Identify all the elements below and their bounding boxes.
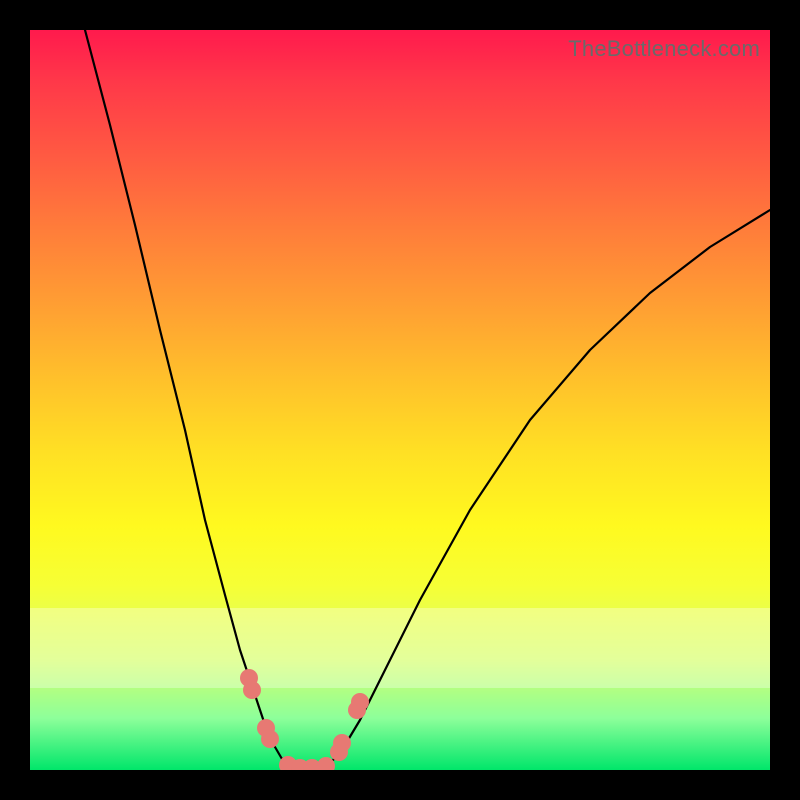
- pale-band: [30, 608, 770, 688]
- curve-marker: [243, 681, 261, 699]
- chart-svg: [30, 30, 770, 770]
- curve-marker: [333, 734, 351, 752]
- curve-marker: [351, 693, 369, 711]
- curve-marker: [261, 730, 279, 748]
- pale-bands-group: [30, 608, 770, 688]
- curve-marker: [317, 757, 335, 770]
- chart-plot-area: TheBottleneck.com: [30, 30, 770, 770]
